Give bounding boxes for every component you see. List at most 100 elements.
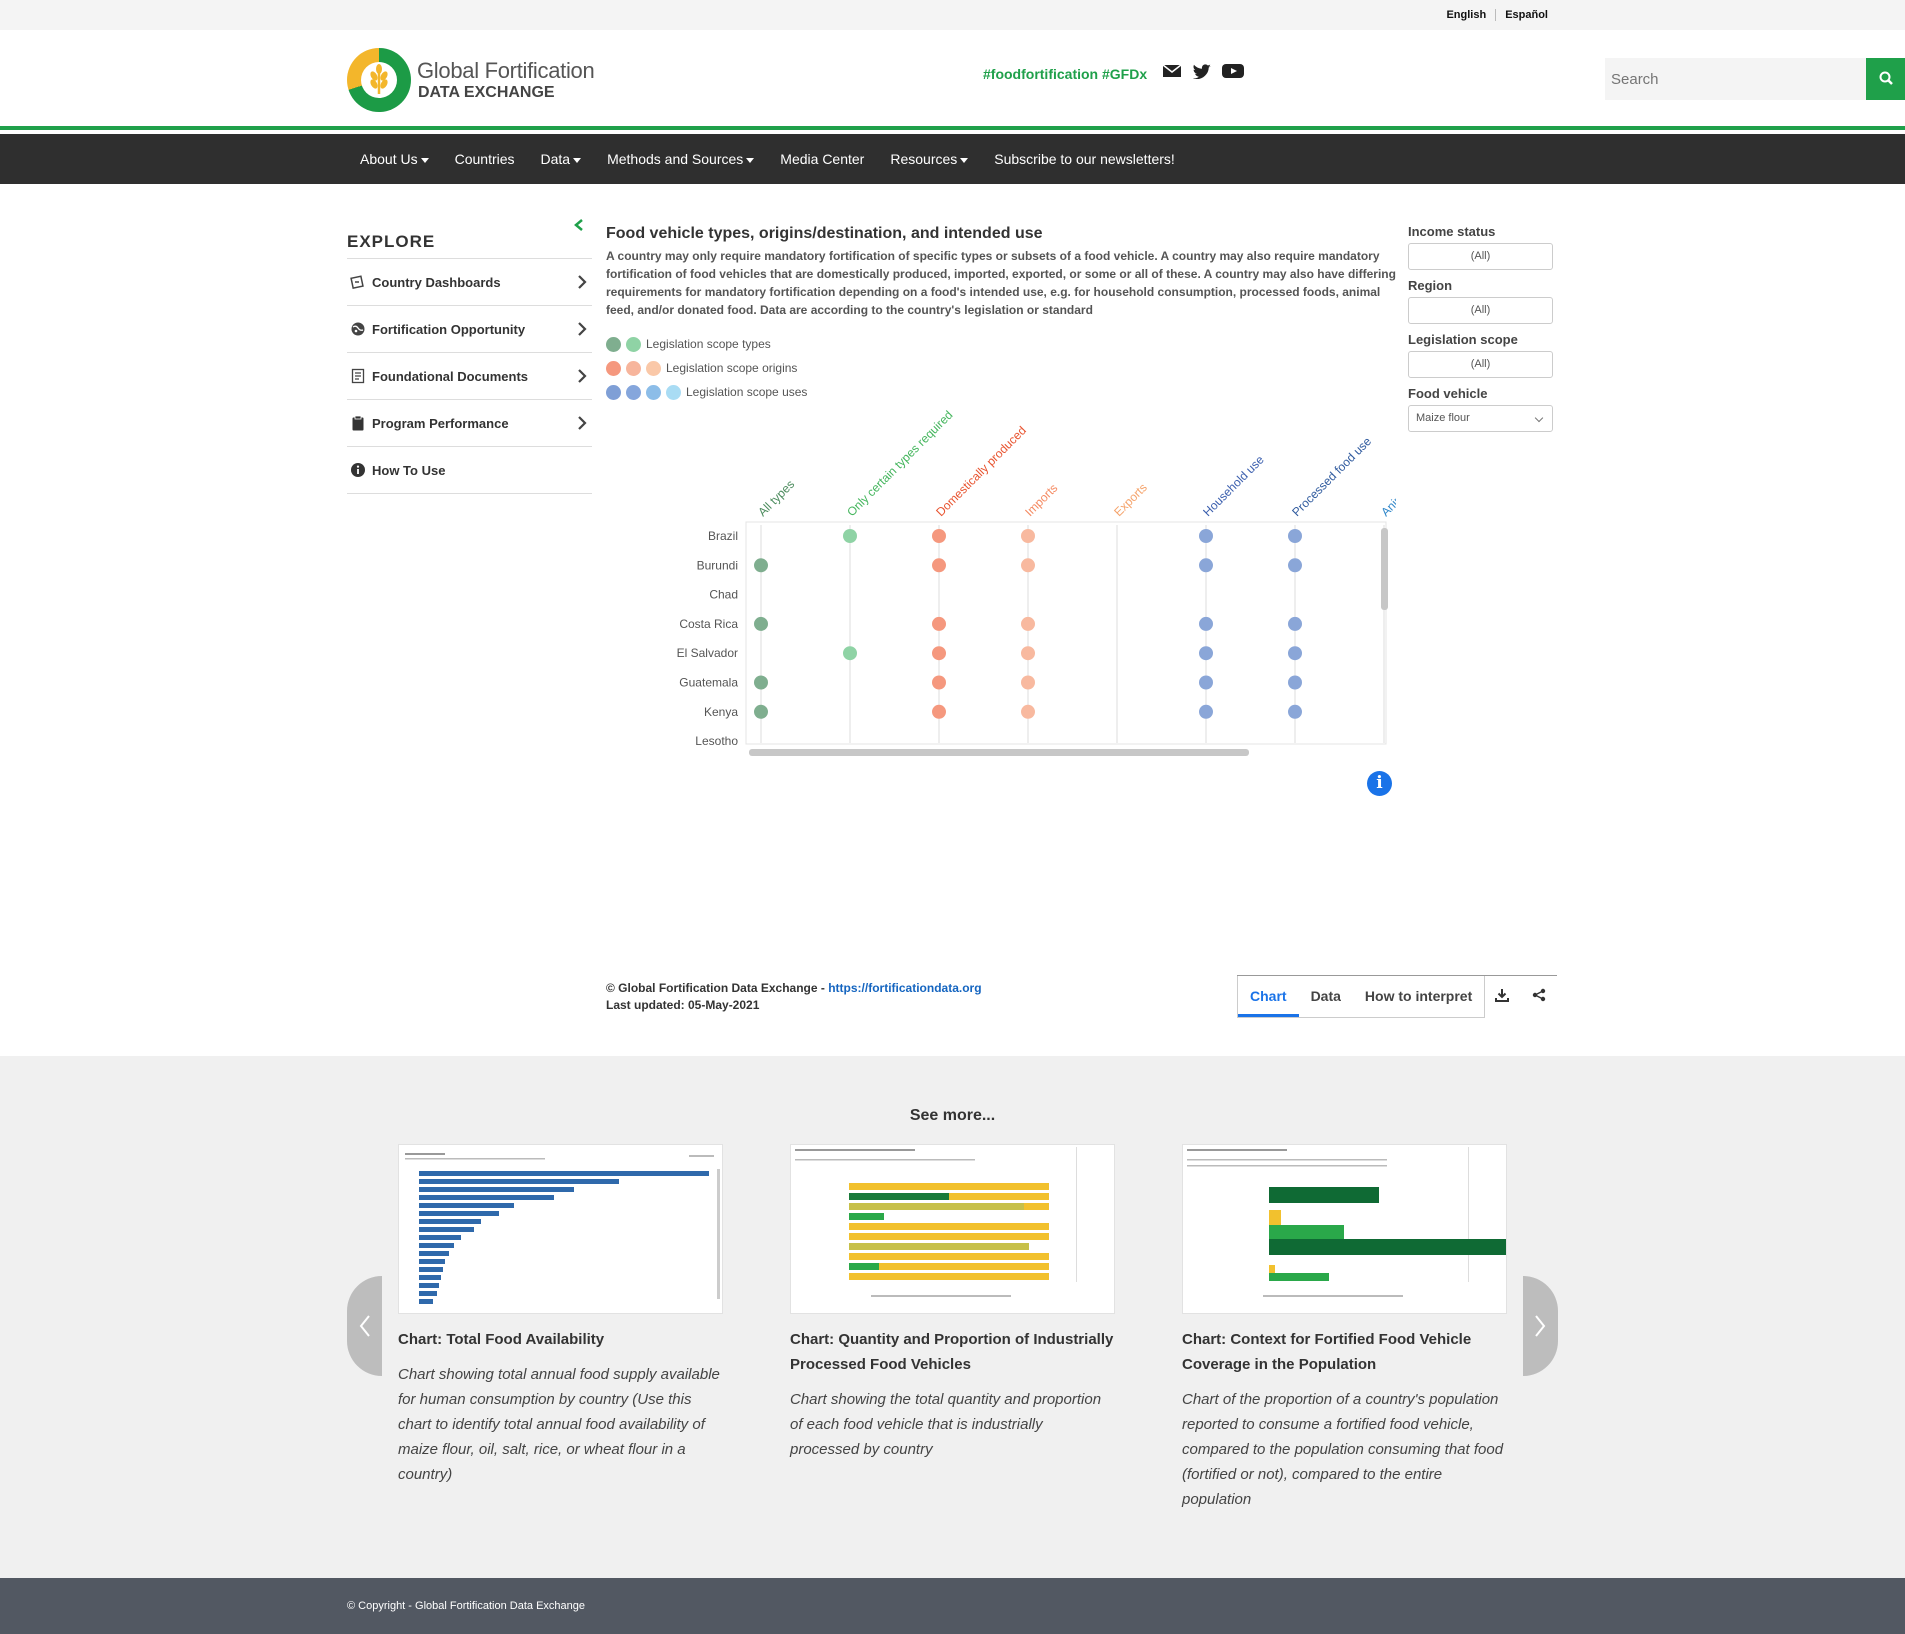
column-label[interactable]: Household use	[1200, 452, 1267, 519]
column-label[interactable]: Imports	[1022, 481, 1060, 519]
data-point[interactable]	[1021, 558, 1035, 573]
legend-swatch	[606, 360, 621, 376]
data-point[interactable]	[1021, 675, 1035, 690]
data-point[interactable]	[1288, 558, 1302, 573]
share-icon[interactable]	[1532, 988, 1546, 1002]
sidebar-item-country-dashboards[interactable]: Country Dashboards	[347, 259, 592, 306]
legend-item[interactable]: Legislation scope types	[606, 332, 807, 356]
column-label[interactable]: Domestically produced	[933, 423, 1029, 519]
data-point[interactable]	[932, 675, 946, 690]
sidebar-item-how-to-use[interactable]: How To Use	[347, 447, 592, 494]
youtube-icon[interactable]	[1222, 63, 1244, 79]
income-status-filter[interactable]: (All)	[1408, 243, 1553, 270]
data-point[interactable]	[843, 529, 857, 543]
nav-item-countries[interactable]: Countries	[442, 134, 528, 184]
legislation-scope-filter[interactable]: (All)	[1408, 351, 1553, 378]
explore-heading: EXPLORE	[347, 215, 592, 259]
globe-icon	[351, 322, 365, 336]
sidebar-item-program-performance[interactable]: Program Performance	[347, 400, 592, 447]
column-label[interactable]: All types	[755, 477, 797, 519]
carousel-prev-button[interactable]	[347, 1276, 382, 1376]
nav-item-subscribe-to-our-newsletters[interactable]: Subscribe to our newsletters!	[981, 134, 1188, 184]
data-point[interactable]	[1288, 704, 1302, 719]
data-point[interactable]	[1288, 529, 1302, 543]
legend-swatch	[666, 384, 681, 400]
credits-copyright: © Global Fortification Data Exchange -	[606, 981, 829, 995]
legend-item[interactable]: Legislation scope uses	[606, 380, 807, 404]
data-point[interactable]	[1199, 675, 1213, 690]
caret-down-icon	[960, 157, 969, 163]
sidebar-item-fortification-opportunity[interactable]: Fortification Opportunity	[347, 306, 592, 353]
data-point[interactable]	[1199, 616, 1213, 631]
row-label: Costa Rica	[679, 617, 738, 631]
column-label[interactable]: Anim	[1378, 490, 1396, 519]
data-point[interactable]	[1021, 704, 1035, 719]
nav-item-resources[interactable]: Resources	[877, 134, 981, 184]
data-point[interactable]	[754, 616, 768, 631]
data-point[interactable]	[754, 558, 768, 573]
see-more-title: See more...	[909, 1107, 996, 1124]
site-logo[interactable]: Global Fortification DATA EXCHANGE	[347, 48, 617, 118]
filter-panel: Income status (All) Region (All) Legisla…	[1408, 224, 1553, 440]
lang-english[interactable]: English	[1437, 9, 1495, 21]
data-point[interactable]	[1199, 704, 1213, 719]
email-icon[interactable]	[1162, 63, 1182, 79]
see-more-card[interactable]: Chart: Context for Fortified Food Vehicl…	[1182, 1144, 1507, 1512]
twitter-icon[interactable]	[1192, 63, 1212, 79]
lang-espanol[interactable]: Español	[1495, 9, 1557, 21]
credits-link[interactable]: https://fortificationdata.org	[828, 981, 981, 995]
chart-thumbnail[interactable]	[1182, 1144, 1507, 1314]
legend-swatch	[606, 384, 621, 400]
data-point[interactable]	[1288, 675, 1302, 690]
card-title[interactable]: Chart: Context for Fortified Food Vehicl…	[1182, 1327, 1507, 1377]
data-point[interactable]	[843, 646, 857, 661]
card-title[interactable]: Chart: Quantity and Proportion of Indust…	[790, 1327, 1115, 1377]
food-vehicle-select[interactable]: Maize flour	[1408, 405, 1553, 432]
data-point[interactable]	[932, 616, 946, 631]
data-point[interactable]	[754, 704, 768, 719]
data-point[interactable]	[1199, 529, 1213, 543]
legend-swatch	[606, 336, 621, 352]
vertical-scrollbar[interactable]	[1381, 528, 1388, 610]
column-label[interactable]: Processed food use	[1289, 434, 1374, 519]
footer-copyright: © Copyright - Global Fortification Data …	[347, 1600, 585, 1612]
data-point[interactable]	[932, 704, 946, 719]
carousel-next-button[interactable]	[1523, 1276, 1558, 1376]
region-filter[interactable]: (All)	[1408, 297, 1553, 324]
chart-thumbnail[interactable]	[790, 1144, 1115, 1314]
data-point[interactable]	[1199, 646, 1213, 661]
hashtags[interactable]: #foodfortification #GFDx	[983, 66, 1147, 82]
horizontal-scrollbar[interactable]	[749, 749, 1249, 756]
see-more-card[interactable]: Chart: Quantity and Proportion of Indust…	[790, 1144, 1115, 1462]
data-point[interactable]	[1021, 646, 1035, 661]
data-point[interactable]	[1288, 616, 1302, 631]
data-point[interactable]	[1021, 616, 1035, 631]
tab-how-to-interpret[interactable]: How to interpret	[1353, 976, 1484, 1017]
search-button[interactable]	[1866, 58, 1905, 100]
data-point[interactable]	[932, 529, 946, 543]
data-point[interactable]	[1199, 558, 1213, 573]
nav-item-media-center[interactable]: Media Center	[767, 134, 877, 184]
info-button[interactable]: i	[1367, 771, 1392, 796]
chart-thumbnail[interactable]	[398, 1144, 723, 1314]
nav-item-data[interactable]: Data	[528, 134, 595, 184]
search-input[interactable]	[1605, 58, 1866, 100]
dashboard-icon	[350, 275, 364, 290]
nav-item-methods-and-sources[interactable]: Methods and Sources	[594, 134, 767, 184]
legend-item[interactable]: Legislation scope origins	[606, 356, 807, 380]
sidebar-item-foundational-documents[interactable]: Foundational Documents	[347, 353, 592, 400]
see-more-card[interactable]: Chart: Total Food Availability Chart sho…	[398, 1144, 723, 1487]
data-point[interactable]	[1021, 529, 1035, 543]
data-point[interactable]	[1288, 646, 1302, 661]
card-title[interactable]: Chart: Total Food Availability	[398, 1327, 723, 1352]
download-icon[interactable]	[1495, 988, 1509, 1002]
data-point[interactable]	[932, 646, 946, 661]
tab-data[interactable]: Data	[1299, 976, 1353, 1017]
tab-chart[interactable]: Chart	[1238, 976, 1299, 1017]
data-point[interactable]	[754, 675, 768, 690]
column-label[interactable]: Exports	[1111, 480, 1150, 519]
sidebar-item-label: Foundational Documents	[372, 368, 528, 384]
data-point[interactable]	[932, 558, 946, 573]
nav-item-about-us[interactable]: About Us	[347, 134, 442, 184]
card-description: Chart showing total annual food supply a…	[398, 1366, 720, 1483]
